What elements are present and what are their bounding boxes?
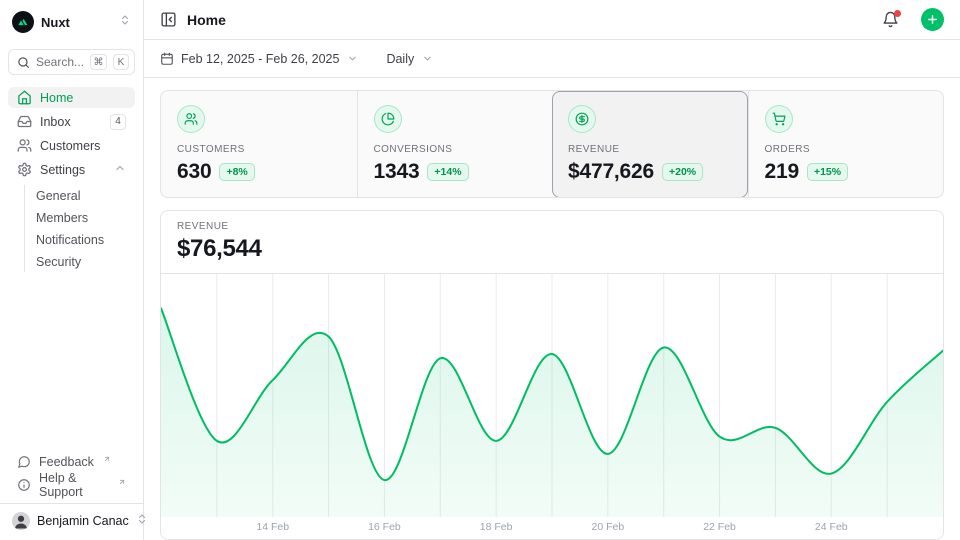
workspace-switcher[interactable]: Nuxt bbox=[8, 8, 135, 36]
message-bubble-icon bbox=[17, 455, 31, 469]
sidebar-item-members[interactable]: Members bbox=[28, 207, 135, 228]
chevron-down-icon bbox=[422, 53, 433, 64]
cart-icon bbox=[765, 105, 793, 133]
stat-card-conversions[interactable]: CONVERSIONS 1343 +14% bbox=[357, 91, 553, 198]
chevron-up-icon bbox=[114, 162, 126, 177]
filter-toolbar: Feb 12, 2025 - Feb 26, 2025 Daily bbox=[144, 40, 960, 78]
revenue-chart-card: REVENUE $76,544 bbox=[160, 210, 944, 540]
stat-value: $477,626 bbox=[568, 160, 654, 184]
x-tick-label: 22 Feb bbox=[703, 521, 736, 533]
granularity-select[interactable]: Daily bbox=[386, 52, 433, 66]
user-name: Benjamin Canac bbox=[37, 514, 129, 528]
stat-label: REVENUE bbox=[568, 144, 732, 155]
stat-value: 630 bbox=[177, 160, 211, 184]
settings-subnav: General Members Notifications Security bbox=[24, 185, 135, 272]
stat-delta-badge: +20% bbox=[662, 163, 703, 181]
granularity-label: Daily bbox=[386, 52, 414, 66]
chevrons-up-down-icon bbox=[119, 13, 131, 31]
x-tick-label: 16 Feb bbox=[368, 521, 401, 533]
app-window: Nuxt Search... ⌘ K Home bbox=[0, 0, 960, 540]
chart-header: REVENUE $76,544 bbox=[161, 211, 943, 274]
sidebar-item-settings[interactable]: Settings bbox=[8, 159, 135, 180]
chart-metric-value: $76,544 bbox=[177, 235, 927, 263]
revenue-area-chart[interactable] bbox=[161, 274, 943, 517]
search-input[interactable]: Search... ⌘ K bbox=[8, 49, 135, 75]
x-tick-label: 20 Feb bbox=[591, 521, 624, 533]
search-icon bbox=[17, 56, 30, 69]
plus-icon bbox=[926, 13, 939, 26]
kbd-cmd: ⌘ bbox=[90, 54, 107, 70]
stat-value: 1343 bbox=[374, 160, 420, 184]
main-panel: Home Feb 12, 2025 - Feb 26, 2025 Daily bbox=[144, 0, 960, 540]
external-link-icon bbox=[118, 475, 126, 489]
stat-delta-badge: +15% bbox=[807, 163, 848, 181]
nuxt-logo-icon bbox=[12, 11, 34, 33]
date-range-label: Feb 12, 2025 - Feb 26, 2025 bbox=[181, 52, 339, 66]
user-menu[interactable]: Benjamin Canac bbox=[8, 504, 135, 532]
chart-x-axis: 14 Feb 16 Feb 18 Feb 20 Feb 22 Feb 24 Fe… bbox=[161, 517, 943, 539]
feedback-link[interactable]: Feedback bbox=[8, 451, 135, 472]
page-title: Home bbox=[187, 12, 872, 28]
stat-delta-badge: +14% bbox=[427, 163, 468, 181]
avatar bbox=[12, 512, 30, 530]
sidebar: Nuxt Search... ⌘ K Home bbox=[0, 0, 144, 540]
stat-card-customers[interactable]: CUSTOMERS 630 +8% bbox=[161, 91, 357, 198]
notification-dot bbox=[894, 10, 901, 17]
stats-row: CUSTOMERS 630 +8% CONVERSIONS 1343 +14% bbox=[160, 90, 944, 198]
stat-label: CUSTOMERS bbox=[177, 144, 341, 155]
stat-label: ORDERS bbox=[765, 144, 928, 155]
sidebar-item-security[interactable]: Security bbox=[28, 251, 135, 272]
kbd-k: K bbox=[113, 54, 129, 70]
dashboard-content: CUSTOMERS 630 +8% CONVERSIONS 1343 +14% bbox=[144, 78, 960, 540]
inbox-icon bbox=[17, 114, 32, 129]
users-icon bbox=[177, 105, 205, 133]
home-icon bbox=[17, 90, 32, 105]
sidebar-item-notifications[interactable]: Notifications bbox=[28, 229, 135, 250]
stat-value: 219 bbox=[765, 160, 799, 184]
x-tick-label: 14 Feb bbox=[256, 521, 289, 533]
notifications-button[interactable] bbox=[882, 11, 899, 28]
pie-chart-icon bbox=[374, 105, 402, 133]
sidebar-item-label: Settings bbox=[40, 163, 106, 177]
footer-link-label: Feedback bbox=[39, 455, 94, 469]
chart-metric-label: REVENUE bbox=[177, 221, 927, 232]
sidebar-footer-links: Feedback Help & Support bbox=[8, 451, 135, 503]
help-support-link[interactable]: Help & Support bbox=[8, 474, 135, 495]
workspace-name: Nuxt bbox=[41, 15, 112, 30]
chart-canvas bbox=[161, 274, 943, 517]
x-tick-label: 24 Feb bbox=[815, 521, 848, 533]
sidebar-item-label: Home bbox=[40, 91, 126, 105]
date-range-picker[interactable]: Feb 12, 2025 - Feb 26, 2025 bbox=[160, 52, 358, 66]
users-icon bbox=[17, 138, 32, 153]
add-button[interactable] bbox=[921, 8, 944, 31]
footer-link-label: Help & Support bbox=[39, 471, 109, 499]
stat-label: CONVERSIONS bbox=[374, 144, 537, 155]
sub-item-label: Notifications bbox=[36, 233, 104, 247]
sub-item-label: Security bbox=[36, 255, 81, 269]
sidebar-item-inbox[interactable]: Inbox 4 bbox=[8, 111, 135, 132]
sidebar-nav: Home Inbox 4 Customers Settings bbox=[8, 87, 135, 272]
gear-icon bbox=[17, 162, 32, 177]
calendar-icon bbox=[160, 52, 174, 66]
dollar-circle-icon bbox=[568, 105, 596, 133]
sidebar-item-customers[interactable]: Customers bbox=[8, 135, 135, 156]
sidebar-item-label: Customers bbox=[40, 139, 126, 153]
sidebar-item-home[interactable]: Home bbox=[8, 87, 135, 108]
sidebar-item-general[interactable]: General bbox=[28, 185, 135, 206]
collapse-sidebar-button[interactable] bbox=[160, 11, 177, 28]
search-placeholder: Search... bbox=[36, 55, 84, 69]
stat-card-orders[interactable]: ORDERS 219 +15% bbox=[748, 91, 944, 198]
inbox-count-badge: 4 bbox=[110, 114, 126, 130]
stat-delta-badge: +8% bbox=[219, 163, 254, 181]
x-tick-label: 18 Feb bbox=[480, 521, 513, 533]
sub-item-label: Members bbox=[36, 211, 88, 225]
stat-card-revenue[interactable]: REVENUE $477,626 +20% bbox=[552, 91, 748, 198]
sub-item-label: General bbox=[36, 189, 80, 203]
chevron-down-icon bbox=[347, 53, 358, 64]
header: Home bbox=[144, 0, 960, 40]
info-icon bbox=[17, 478, 31, 492]
external-link-icon bbox=[103, 452, 111, 466]
sidebar-item-label: Inbox bbox=[40, 115, 102, 129]
